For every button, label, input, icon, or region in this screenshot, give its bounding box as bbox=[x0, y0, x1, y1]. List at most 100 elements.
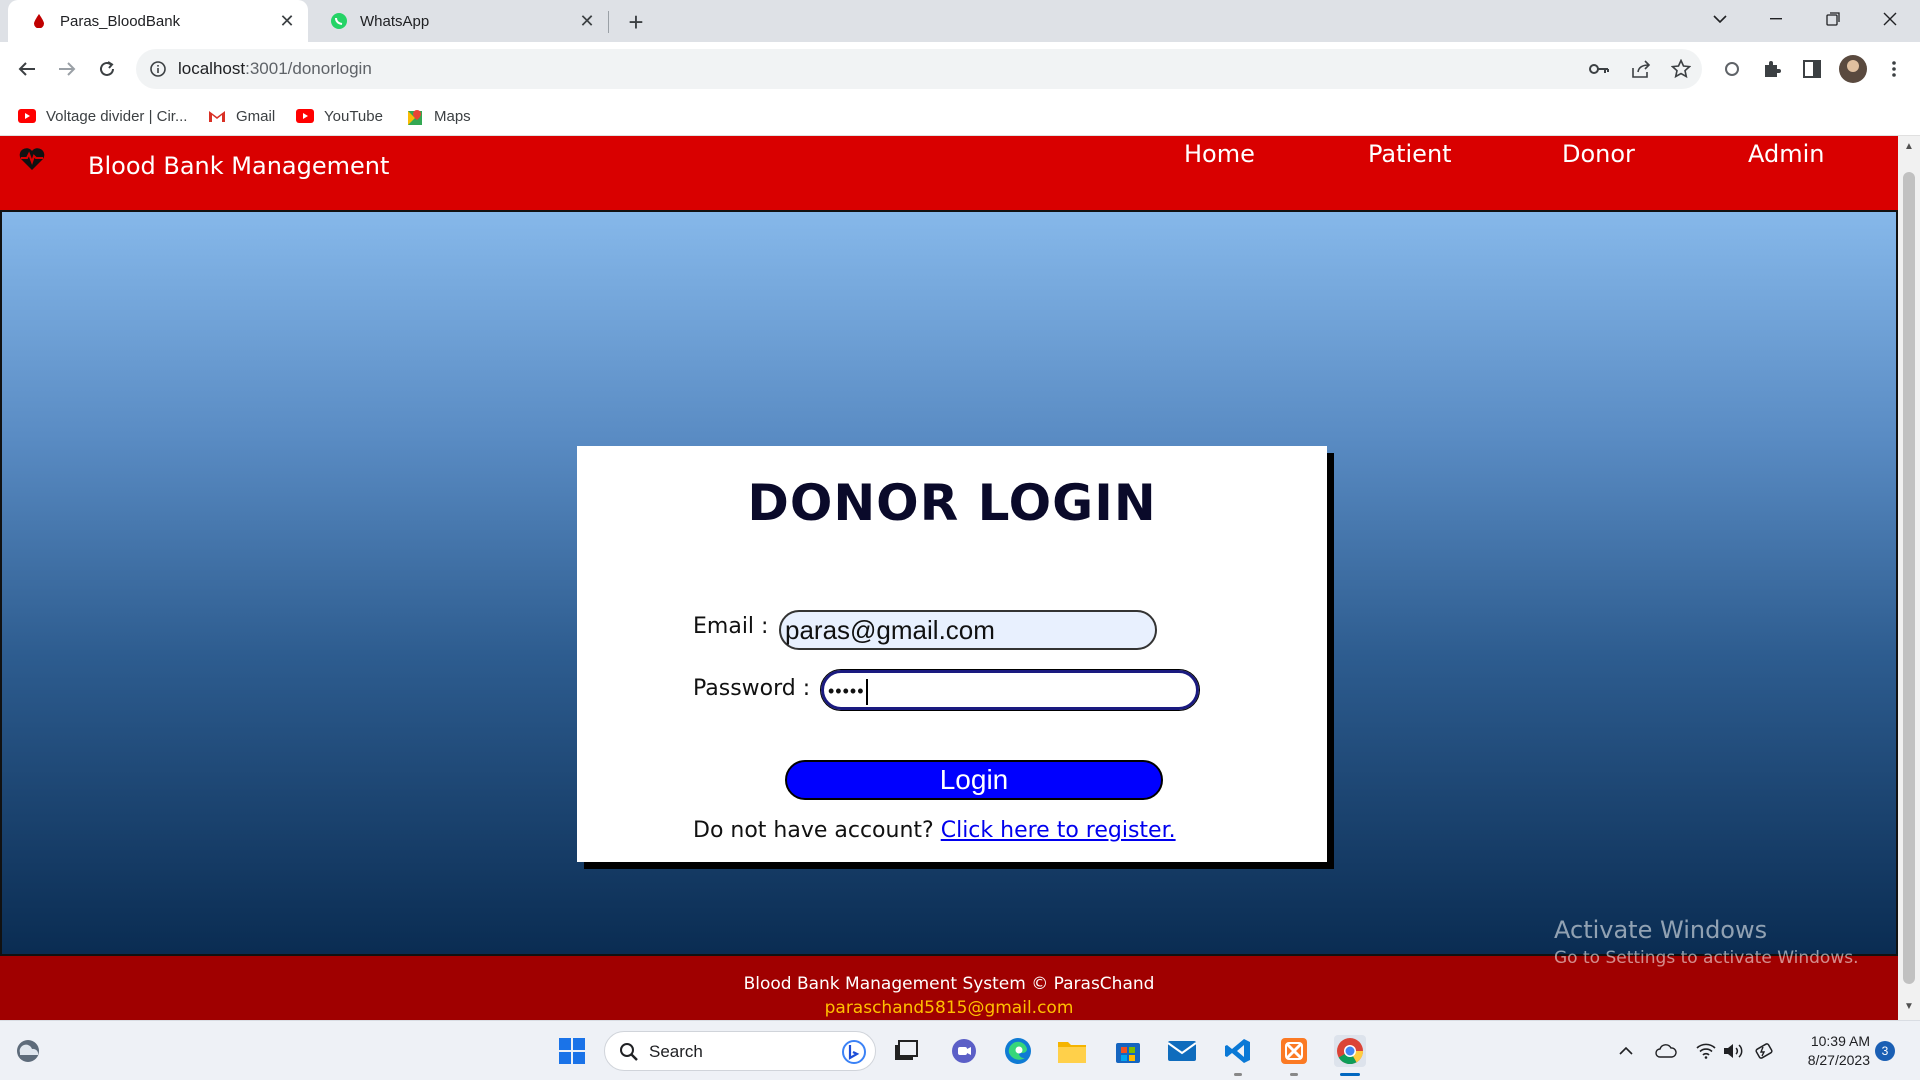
running-indicator bbox=[1234, 1073, 1242, 1076]
notification-badge[interactable]: 3 bbox=[1875, 1041, 1895, 1061]
file-explorer-icon[interactable] bbox=[1056, 1035, 1088, 1067]
blood-drop-icon bbox=[30, 12, 48, 30]
minimize-button[interactable] bbox=[1748, 0, 1804, 38]
register-prompt: Do not have account? bbox=[693, 818, 934, 843]
clock-date: 8/27/2023 bbox=[1807, 1052, 1870, 1068]
close-tab-icon[interactable]: ✕ bbox=[576, 10, 598, 32]
login-button[interactable]: Login bbox=[785, 760, 1163, 800]
more-menu-icon[interactable] bbox=[1882, 57, 1906, 81]
watermark-title: Activate Windows bbox=[1554, 916, 1768, 944]
search-label: Search bbox=[649, 1042, 703, 1061]
email-label: Email : bbox=[693, 614, 769, 639]
bookmark-label: YouTube bbox=[324, 107, 383, 125]
tab-search-icon[interactable] bbox=[1692, 0, 1748, 38]
mail-icon[interactable] bbox=[1166, 1035, 1198, 1067]
bookmarks-bar: Voltage divider | Cir... Gmail YouTube M… bbox=[0, 96, 1920, 136]
password-field[interactable]: ••••• bbox=[820, 669, 1200, 711]
page-viewport: Blood Bank Management Home Patient Donor… bbox=[0, 136, 1898, 1020]
youtube-icon bbox=[296, 109, 314, 123]
scroll-thumb[interactable] bbox=[1903, 172, 1915, 984]
forward-button[interactable] bbox=[50, 52, 84, 86]
activate-windows-watermark: Activate Windows Go to Settings to activ… bbox=[1554, 916, 1859, 968]
weather-widget-icon[interactable] bbox=[12, 1035, 44, 1067]
bookmark-voltage-divider[interactable]: Voltage divider | Cir... bbox=[18, 104, 187, 128]
footer-email[interactable]: paraschand5815@gmail.com bbox=[0, 998, 1898, 1018]
scroll-up-arrow-icon[interactable]: ▲ bbox=[1904, 142, 1914, 152]
page-title: DONOR LOGIN bbox=[747, 474, 1157, 532]
active-indicator bbox=[1340, 1073, 1360, 1076]
bookmark-label: Maps bbox=[434, 107, 471, 125]
vscode-icon[interactable] bbox=[1222, 1035, 1254, 1067]
gmail-icon bbox=[209, 111, 225, 122]
maps-icon bbox=[408, 110, 422, 125]
task-view-icon[interactable] bbox=[890, 1035, 922, 1067]
extensions-puzzle-icon[interactable] bbox=[1760, 57, 1784, 81]
nav-admin[interactable]: Admin bbox=[1748, 140, 1825, 168]
clock-time: 10:39 AM bbox=[1810, 1033, 1870, 1049]
start-windows-icon[interactable] bbox=[556, 1035, 588, 1067]
address-bar[interactable]: localhost:3001/donorlogin bbox=[136, 49, 1702, 89]
bing-icon[interactable] bbox=[841, 1039, 867, 1065]
tab-title: Paras_BloodBank bbox=[60, 12, 181, 30]
bookmark-label: Voltage divider | Cir... bbox=[46, 107, 188, 125]
bookmark-youtube[interactable]: YouTube bbox=[296, 104, 383, 128]
register-line: Do not have account? Click here to regis… bbox=[693, 818, 1176, 843]
taskbar-search[interactable]: Search bbox=[604, 1031, 876, 1071]
close-tab-icon[interactable]: ✕ bbox=[276, 10, 298, 32]
bookmark-maps[interactable]: Maps bbox=[406, 104, 471, 128]
back-button[interactable] bbox=[10, 52, 44, 86]
bookmark-gmail[interactable]: Gmail bbox=[208, 104, 275, 128]
reload-button[interactable] bbox=[90, 52, 124, 86]
info-icon[interactable] bbox=[148, 59, 168, 79]
url-text: localhost:3001/donorlogin bbox=[178, 59, 372, 79]
teams-chat-icon[interactable] bbox=[948, 1035, 980, 1067]
microsoft-store-icon[interactable] bbox=[1112, 1035, 1144, 1067]
youtube-icon bbox=[18, 109, 36, 123]
scroll-down-arrow-icon[interactable]: ▼ bbox=[1904, 1002, 1914, 1012]
extension-circle-icon[interactable] bbox=[1720, 57, 1744, 81]
text-caret bbox=[865, 679, 868, 706]
site-navbar: Blood Bank Management Home Patient Donor… bbox=[0, 136, 1898, 210]
watermark-subtitle: Go to Settings to activate Windows. bbox=[1554, 948, 1859, 968]
tab-whatsapp[interactable]: WhatsApp ✕ bbox=[308, 0, 608, 42]
heartbeat-icon bbox=[19, 148, 45, 170]
url-path: :3001/donorlogin bbox=[245, 59, 372, 78]
onedrive-cloud-icon[interactable] bbox=[1654, 1039, 1678, 1063]
edge-browser-icon[interactable] bbox=[1002, 1035, 1034, 1067]
email-field[interactable]: paras@gmail.com bbox=[779, 610, 1157, 650]
key-icon[interactable] bbox=[1588, 58, 1610, 80]
whatsapp-icon bbox=[330, 12, 348, 30]
restore-button[interactable] bbox=[1805, 0, 1861, 38]
new-tab-button[interactable]: + bbox=[622, 7, 650, 37]
tab-strip: Paras_BloodBank ✕ WhatsApp ✕ + bbox=[0, 0, 1920, 42]
tab-title: WhatsApp bbox=[360, 12, 430, 30]
battery-icon[interactable] bbox=[1752, 1039, 1776, 1063]
bookmark-star-icon[interactable] bbox=[1670, 58, 1692, 80]
page-scrollbar[interactable]: ▲ ▼ bbox=[1898, 136, 1920, 1020]
wifi-icon[interactable] bbox=[1694, 1039, 1718, 1063]
close-window-button[interactable] bbox=[1862, 0, 1918, 38]
tab-divider bbox=[608, 11, 609, 33]
profile-avatar[interactable] bbox=[1839, 55, 1867, 83]
url-host: localhost bbox=[178, 59, 246, 78]
tab-bloodbank[interactable]: Paras_BloodBank ✕ bbox=[8, 0, 308, 42]
password-label: Password : bbox=[693, 676, 811, 701]
site-brand[interactable]: Blood Bank Management bbox=[88, 152, 389, 180]
login-card: DONOR LOGIN Email : paras@gmail.com Pass… bbox=[577, 446, 1327, 862]
browser-toolbar: localhost:3001/donorlogin bbox=[0, 42, 1920, 96]
nav-home[interactable]: Home bbox=[1184, 140, 1255, 168]
system-clock[interactable]: 10:39 AM 8/27/2023 bbox=[1790, 1032, 1870, 1070]
side-panel-icon[interactable] bbox=[1800, 57, 1824, 81]
nav-donor[interactable]: Donor bbox=[1562, 140, 1635, 168]
register-link[interactable]: Click here to register. bbox=[941, 818, 1176, 843]
search-icon bbox=[620, 1043, 638, 1061]
hero-background: DONOR LOGIN Email : paras@gmail.com Pass… bbox=[0, 210, 1898, 956]
show-hidden-icons-chevron-icon[interactable] bbox=[1614, 1039, 1638, 1063]
chrome-icon[interactable] bbox=[1334, 1035, 1366, 1067]
volume-icon[interactable] bbox=[1722, 1039, 1746, 1063]
nav-patient[interactable]: Patient bbox=[1368, 140, 1452, 168]
windows-taskbar: Search 10:39 AM 8/27/2023 3 bbox=[0, 1020, 1920, 1080]
running-indicator bbox=[1290, 1073, 1298, 1076]
share-icon[interactable] bbox=[1630, 58, 1652, 80]
xampp-icon[interactable] bbox=[1278, 1035, 1310, 1067]
